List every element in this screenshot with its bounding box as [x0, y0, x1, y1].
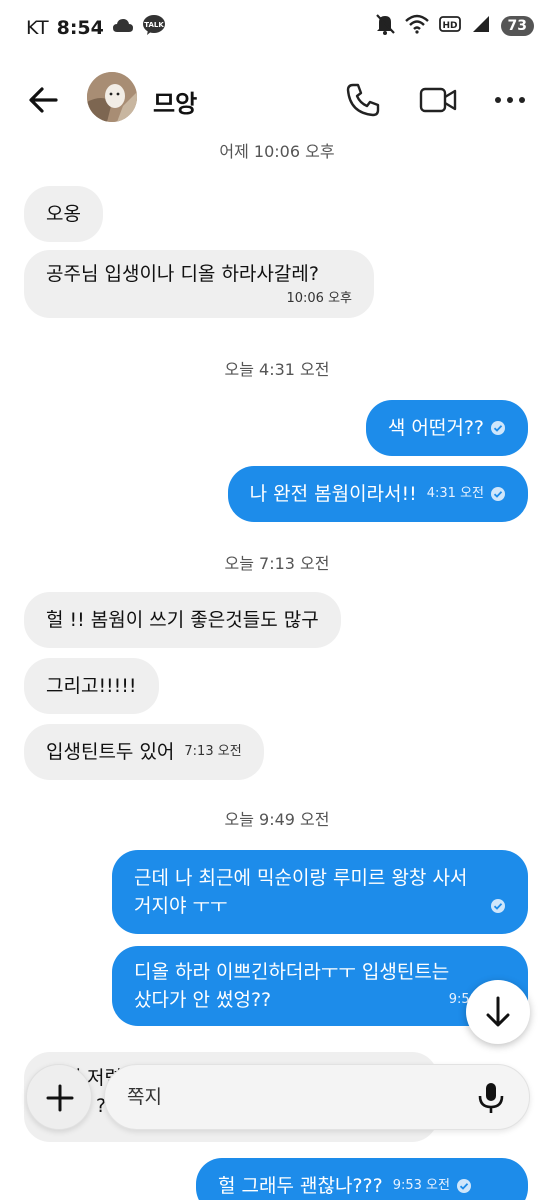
read-check-icon: [491, 421, 505, 435]
message-incoming[interactable]: 공주님 입생이나 디올 하라사갈레? 10:06 오후: [24, 250, 374, 318]
status-right: HD 73: [375, 13, 534, 39]
message-incoming[interactable]: 헐 !! 봄웜이 쓰기 좋은것들도 많구: [24, 592, 341, 648]
message-incoming[interactable]: 오옹: [24, 186, 103, 242]
hd-text: HD: [442, 21, 457, 31]
message-text-line: 근데 나 최근에 믹순이랑 루미르 왕창 사서: [134, 867, 468, 889]
message-time: 7:13 오전: [184, 744, 242, 759]
scroll-to-bottom-button[interactable]: [466, 980, 530, 1044]
message-text: 나 완전 봄웜이라서!!: [249, 483, 417, 505]
more-options-button[interactable]: [492, 82, 528, 118]
call-button[interactable]: [344, 81, 382, 119]
read-check-icon: [491, 899, 505, 913]
message-meta: 10:06 오후: [46, 290, 352, 308]
voice-input-button[interactable]: [475, 1081, 507, 1115]
message-outgoing[interactable]: 근데 나 최근에 믹순이랑 루미르 왕창 사서 거지야 ㅜㅜ: [112, 850, 528, 934]
timestamp-divider: 어제 10:06 오후: [219, 142, 335, 161]
plus-icon: [46, 1084, 74, 1112]
phone-icon: [346, 83, 380, 117]
message-time: 10:06 오후: [286, 291, 352, 306]
video-call-button[interactable]: [418, 81, 458, 119]
avatar-image: [87, 72, 137, 122]
hd-icon: HD: [438, 14, 461, 38]
message-outgoing[interactable]: 헐 그래두 괜찮나??? 9:53 오전: [196, 1158, 528, 1200]
clock: 8:54: [56, 16, 104, 39]
message-incoming[interactable]: 입생틴트두 있어 7:13 오전: [24, 724, 264, 780]
message-text-line: 거지야 ㅜㅜ: [134, 895, 228, 917]
message-text: 그리고!!!!!: [46, 675, 137, 697]
message-text: 오옹: [46, 203, 81, 225]
read-check-icon: [491, 487, 505, 501]
arrow-down-icon: [486, 996, 510, 1027]
message-text-line: 샀다가 안 썼엉??: [134, 989, 272, 1011]
talk-badge-text: TALK: [144, 21, 164, 29]
message-input-container[interactable]: [104, 1064, 530, 1130]
message-text-line: 디올 하라 이쁘긴하더라ㅜㅜ 입생틴트는: [134, 961, 450, 983]
timestamp-divider: 오늘 9:49 오전: [224, 810, 330, 829]
message-text: 공주님 입생이나 디올 하라사갈레?: [46, 263, 319, 285]
composer: [24, 1060, 530, 1142]
microphone-icon: [478, 1083, 504, 1113]
message-text: 헐 그래두 괜찮나???: [218, 1175, 383, 1197]
arrow-left-icon: [29, 87, 58, 113]
status-left: KT 8:54 TALK: [26, 14, 166, 41]
message-outgoing[interactable]: 나 완전 봄웜이라서!! 4:31 오전: [227, 466, 528, 522]
more-horizontal-icon: [495, 97, 525, 103]
talk-icon: TALK: [142, 14, 166, 41]
timestamp-divider: 오늘 4:31 오전: [224, 360, 330, 379]
contact-name[interactable]: 므앙: [153, 84, 197, 119]
message-outgoing[interactable]: 색 어떤거??: [365, 400, 528, 456]
message-text: 헐 !! 봄웜이 쓰기 좋은것들도 많구: [46, 609, 319, 631]
carrier-label: KT: [26, 16, 49, 39]
add-attachment-button[interactable]: [26, 1064, 92, 1130]
conversation-header: 므앙: [0, 58, 554, 142]
read-check-icon: [456, 1179, 471, 1193]
cloud-icon: [112, 17, 134, 39]
message-time: 4:31 오전: [426, 486, 484, 501]
mute-icon: [375, 13, 395, 39]
status-bar: KT 8:54 TALK HD 73: [0, 0, 554, 52]
message-text: 색 어떤거??: [387, 417, 484, 439]
signal-icon: [471, 14, 491, 38]
message-text: 입생틴트두 있어: [46, 741, 175, 763]
message-time: 9:53 오전: [392, 1178, 450, 1193]
wifi-icon: [404, 14, 429, 38]
battery-indicator: 73: [500, 16, 534, 36]
avatar[interactable]: [87, 72, 137, 122]
message-incoming[interactable]: 그리고!!!!!: [24, 658, 159, 714]
message-input[interactable]: [127, 1065, 447, 1129]
video-camera-icon: [419, 87, 457, 113]
back-button[interactable]: [24, 80, 64, 120]
timestamp-divider: 오늘 7:13 오전: [224, 554, 330, 573]
